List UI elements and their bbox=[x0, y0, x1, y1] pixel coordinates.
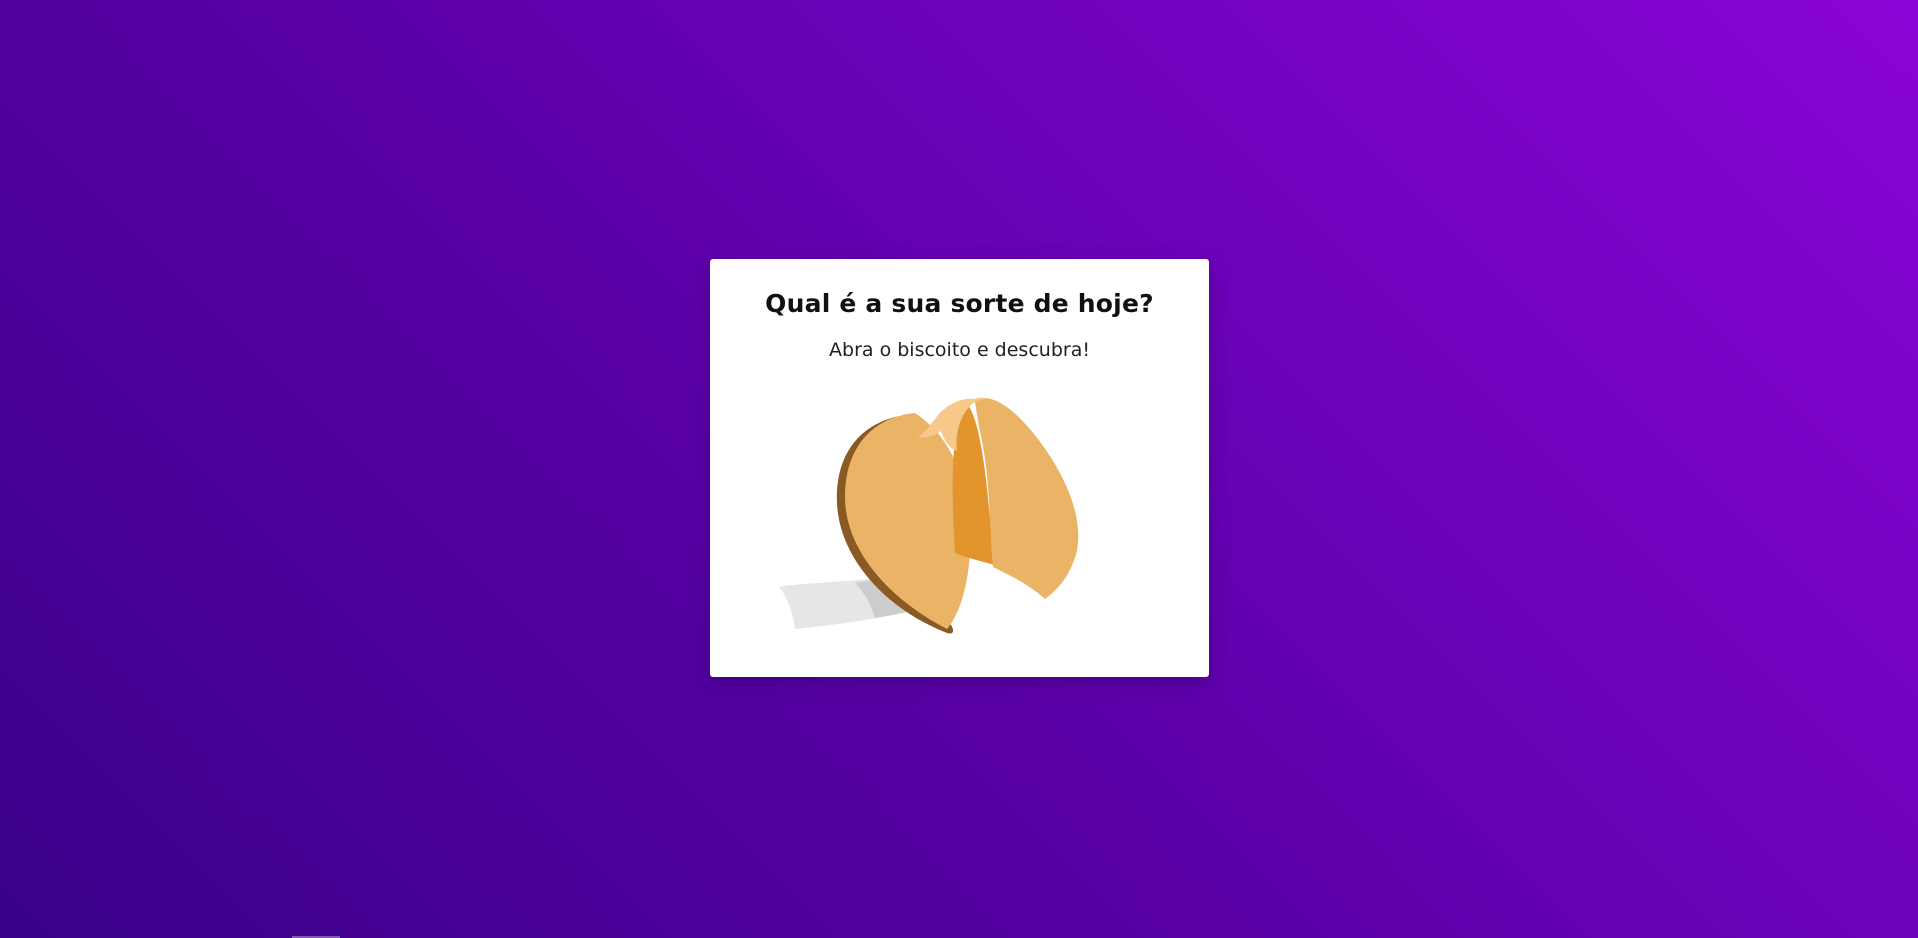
fortune-cookie-button[interactable] bbox=[765, 387, 1105, 657]
fortune-card: Qual é a sua sorte de hoje? Abra o bisco… bbox=[710, 259, 1209, 677]
page-title: Qual é a sua sorte de hoje? bbox=[765, 289, 1154, 318]
page-subtitle: Abra o biscoito e descubra! bbox=[829, 339, 1090, 361]
fortune-cookie-icon bbox=[779, 397, 1079, 634]
